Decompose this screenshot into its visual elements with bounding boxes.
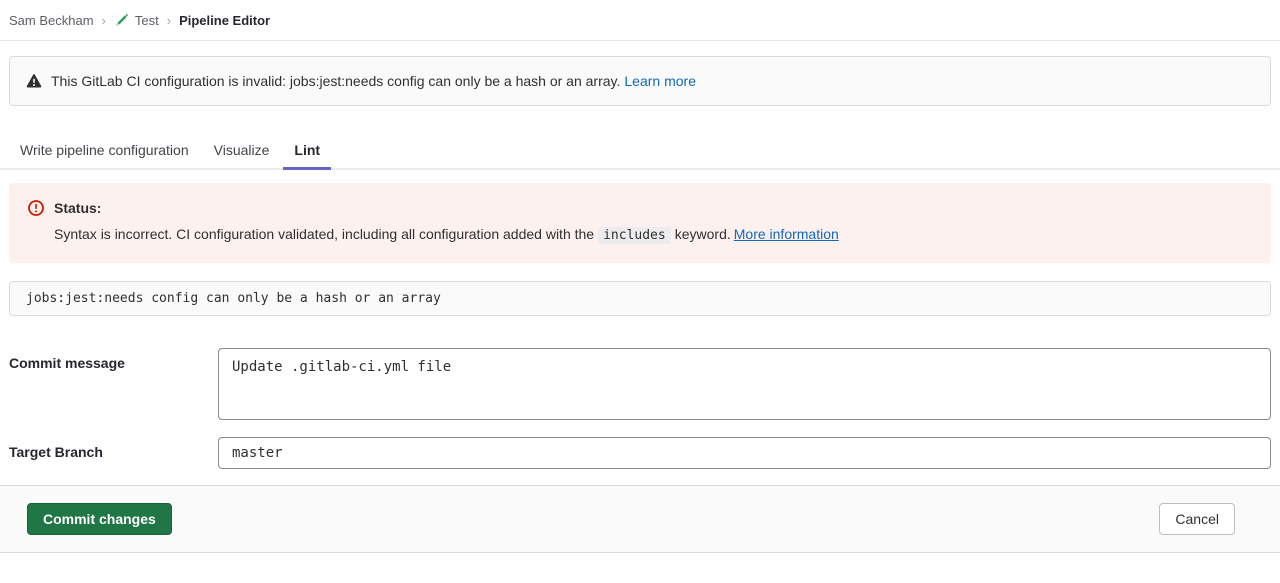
lint-status-alert: Status: Syntax is incorrect. CI configur… — [9, 183, 1271, 263]
banner-text: This GitLab CI configuration is invalid:… — [51, 73, 620, 89]
breadcrumb-group-link[interactable]: Sam Beckham — [9, 13, 94, 28]
commit-changes-button[interactable]: Commit changes — [27, 503, 172, 535]
more-information-link[interactable]: More information — [734, 226, 839, 242]
status-title: Status: — [54, 200, 101, 216]
commit-message-textarea[interactable]: Update .gitlab-ci.yml file — [218, 348, 1271, 420]
cancel-button[interactable]: Cancel — [1159, 503, 1235, 535]
tab-lint[interactable]: Lint — [283, 131, 331, 170]
target-branch-label: Target Branch — [9, 437, 218, 460]
includes-code-chip: includes — [598, 227, 671, 244]
breadcrumb-current-page: Pipeline Editor — [179, 13, 270, 28]
tab-visualize[interactable]: Visualize — [203, 131, 281, 170]
breadcrumb: Sam Beckham › Test › Pipeline Editor — [0, 0, 1280, 41]
status-body-text-after: keyword. — [675, 226, 731, 242]
status-body-text: Syntax is incorrect. CI configuration va… — [54, 226, 594, 242]
banner-message: This GitLab CI configuration is invalid:… — [51, 72, 696, 90]
learn-more-link[interactable]: Learn more — [624, 73, 696, 89]
error-circle-icon — [28, 200, 44, 216]
warning-triangle-icon — [26, 73, 42, 89]
breadcrumb-separator: › — [102, 13, 106, 28]
commit-action-bar: Commit changes Cancel — [0, 485, 1280, 553]
status-body: Syntax is incorrect. CI configuration va… — [54, 225, 1255, 245]
breadcrumb-project-link[interactable]: Test — [135, 13, 159, 28]
project-avatar-pencil-icon — [114, 13, 129, 28]
commit-message-label: Commit message — [9, 348, 218, 371]
commit-form: Commit message Update .gitlab-ci.yml fil… — [9, 348, 1271, 469]
breadcrumb-separator: › — [167, 13, 171, 28]
lint-error-message-box: jobs:jest:needs config can only be a has… — [9, 281, 1271, 316]
target-branch-input[interactable] — [218, 437, 1271, 469]
tab-write-pipeline-configuration[interactable]: Write pipeline configuration — [9, 131, 200, 170]
pipeline-editor-tabs: Write pipeline configuration Visualize L… — [0, 131, 1280, 170]
invalid-config-banner: This GitLab CI configuration is invalid:… — [9, 56, 1271, 106]
